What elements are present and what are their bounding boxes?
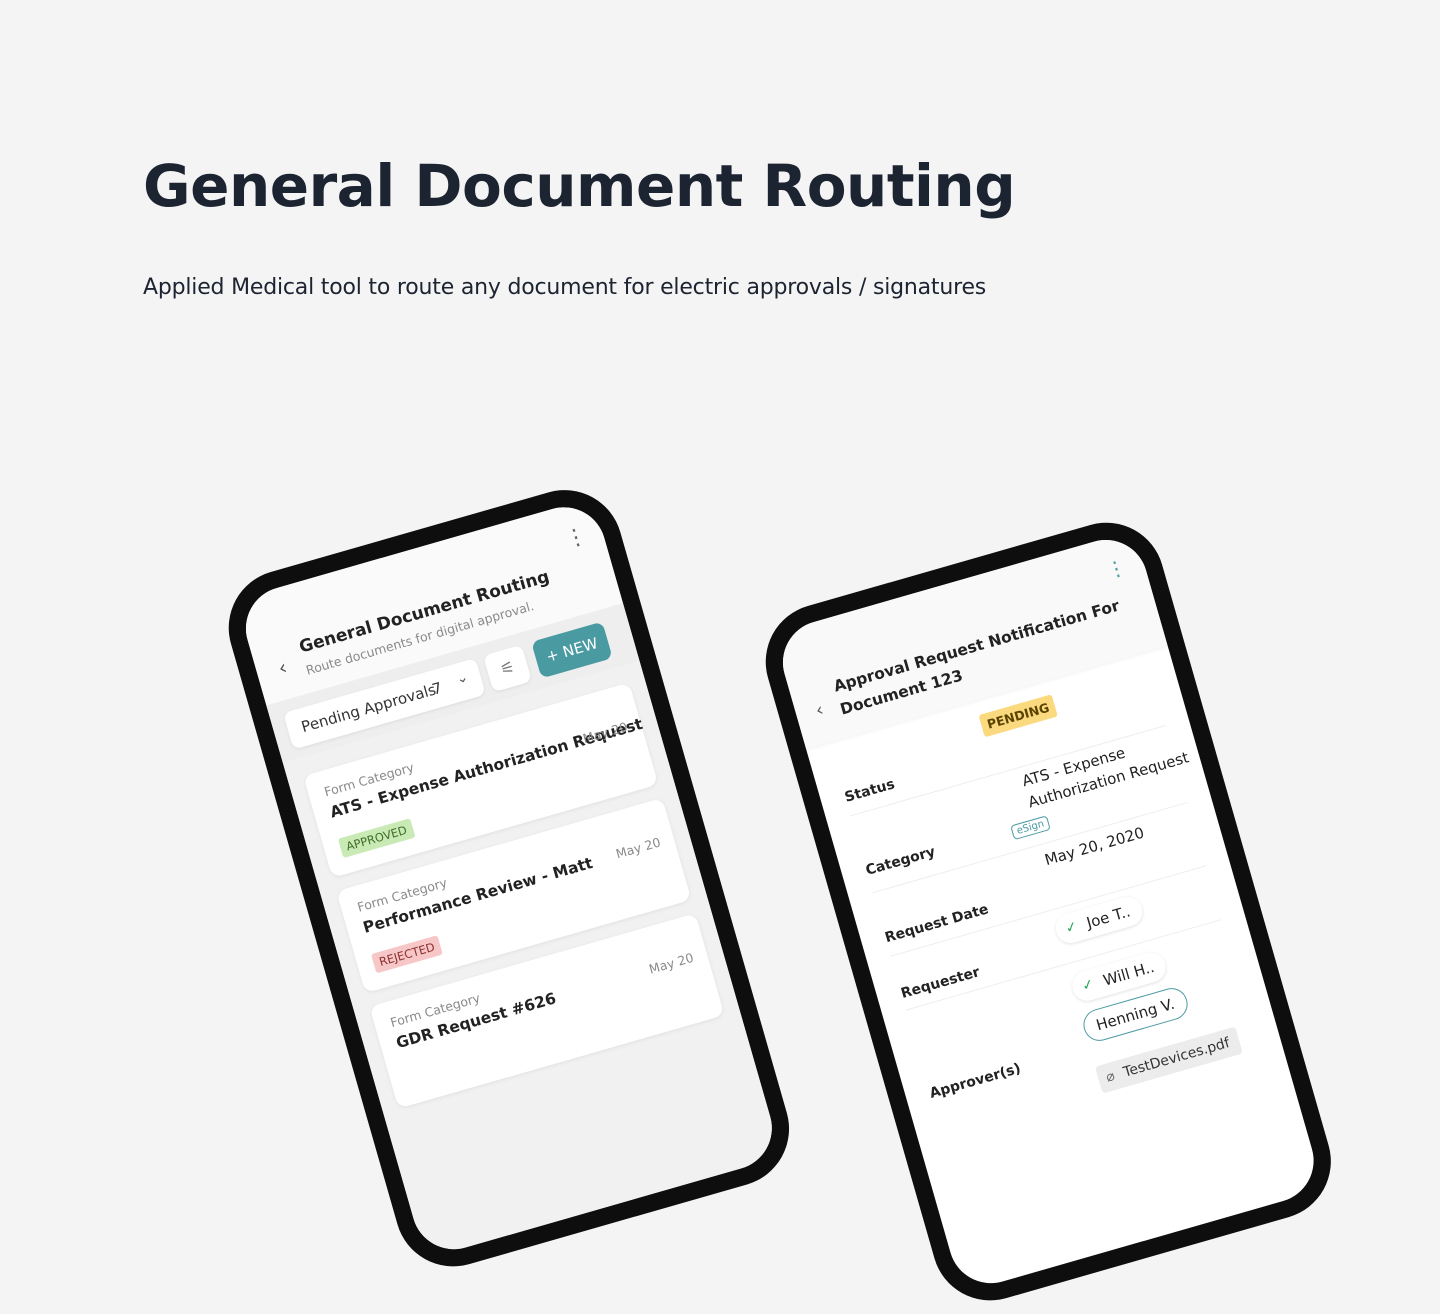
document-date: May 20 [647, 949, 696, 977]
status-badge: REJECTED [370, 935, 443, 974]
new-document-button[interactable]: + NEW [531, 621, 613, 679]
check-icon: ✓ [1063, 918, 1080, 938]
phone-list-mockup: ‹ General Document Routing Route documen… [215, 476, 803, 1281]
document-date: May 20 [614, 834, 663, 862]
chevron-down-icon: ⌄ [454, 669, 471, 688]
category-label: Category [863, 843, 938, 879]
approvers-label: Approver(s) [927, 1060, 1023, 1102]
more-menu-icon[interactable]: ⋮ [1103, 554, 1129, 583]
status-label: Status [842, 776, 897, 806]
sliders-icon: ⚟ [497, 656, 517, 680]
check-icon: ✓ [1080, 976, 1096, 995]
detail-title: Approval Request Notification For Docume… [831, 596, 1122, 719]
back-icon[interactable]: ‹ [813, 699, 826, 721]
more-menu-icon[interactable]: ⋮ [562, 523, 590, 553]
detail-screen: ‹ Approval Request Notification For Docu… [773, 530, 1324, 1294]
back-icon[interactable]: ‹ [275, 655, 289, 680]
status-badge: APPROVED [337, 818, 416, 859]
phone-detail-mockup: ‹ Approval Request Notification For Docu… [752, 508, 1345, 1314]
list-screen: ‹ General Document Routing Route documen… [236, 497, 782, 1260]
document-list: Form Category ATS - Expense Authorizatio… [282, 660, 782, 1260]
requester-name: Joe T.. [1084, 902, 1133, 932]
page-title: General Document Routing [143, 152, 1016, 220]
paperclip-icon: ⌀ [1104, 1067, 1117, 1086]
filter-settings-button[interactable]: ⚟ [483, 644, 532, 693]
page-subtitle: Applied Medical tool to route any docume… [143, 275, 987, 300]
